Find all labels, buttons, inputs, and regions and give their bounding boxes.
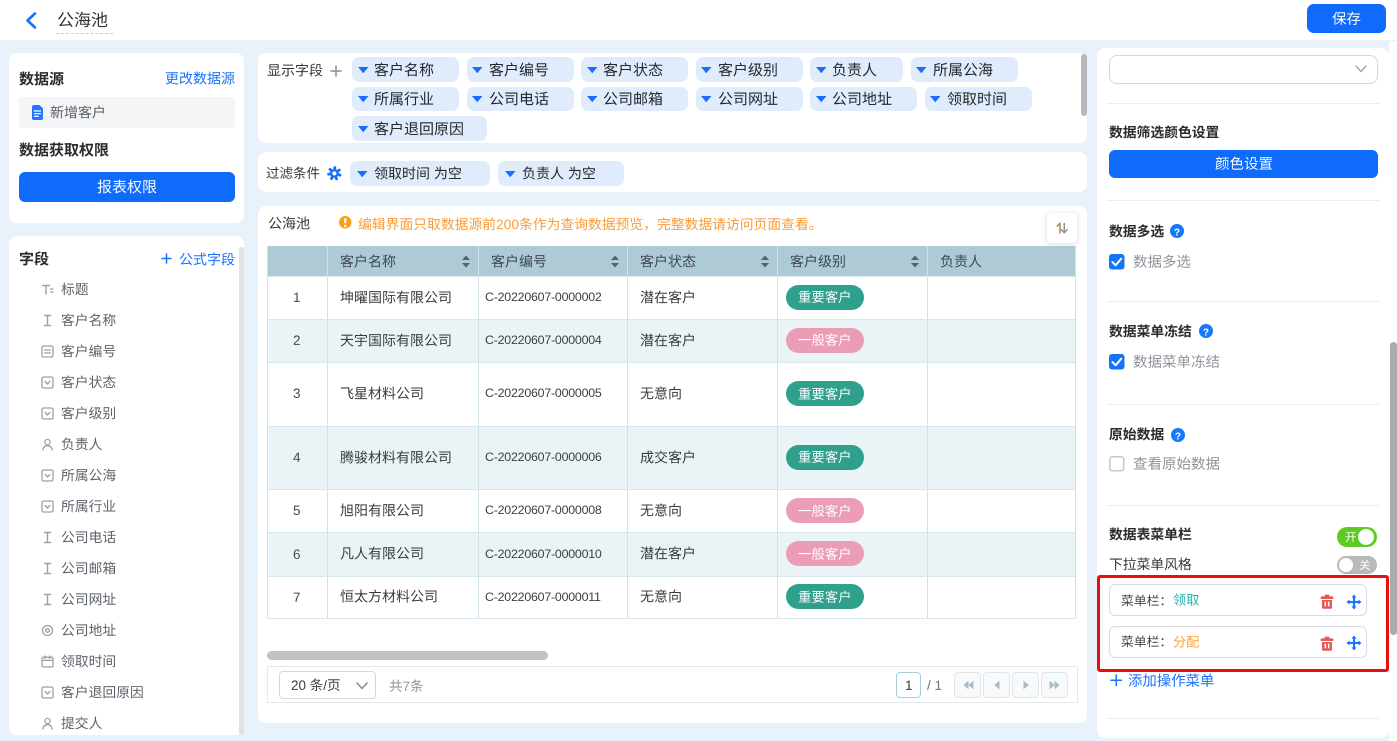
svg-text:?: ? xyxy=(1173,227,1179,238)
svg-text:?: ? xyxy=(1175,431,1181,442)
svg-text:?: ? xyxy=(1203,327,1209,338)
